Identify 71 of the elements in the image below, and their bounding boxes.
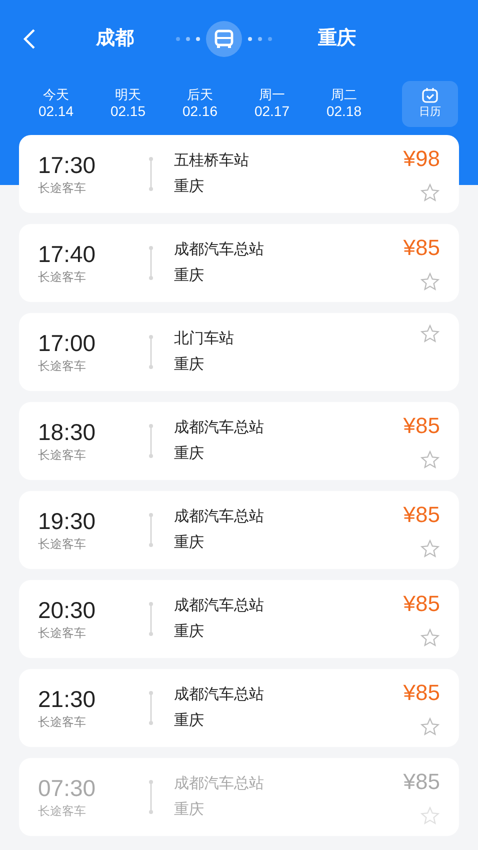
arrival-city: 重庆 [174, 266, 205, 286]
bus-type: 长途客车 [38, 625, 87, 642]
departure-station: 成都汽车总站 [174, 418, 264, 438]
route-line-icon [148, 334, 154, 370]
trip-card[interactable]: 17:30 长途客车 五桂桥车站 重庆 ¥98 [19, 135, 459, 213]
departure-station: 成都汽车总站 [174, 685, 264, 705]
departure-time: 17:30 [38, 151, 97, 179]
departure-time: 18:30 [38, 418, 97, 446]
route-line-icon [148, 690, 154, 726]
star-icon[interactable] [420, 183, 440, 202]
price: ¥85 [403, 235, 440, 261]
star-icon[interactable] [420, 324, 440, 343]
star-icon[interactable] [420, 539, 440, 558]
price: ¥85 [403, 680, 440, 706]
price: ¥98 [403, 146, 440, 172]
route-line-icon [148, 423, 154, 459]
trip-card[interactable]: 17:00 长途客车 北门车站 重庆 [19, 313, 459, 391]
departure-station: 五桂桥车站 [174, 151, 249, 171]
bus-type: 长途客车 [38, 536, 87, 553]
route-line-icon [148, 245, 154, 281]
price: ¥85 [403, 591, 440, 617]
star-icon[interactable] [420, 628, 440, 647]
route-line-icon [148, 512, 154, 548]
trip-card[interactable]: 18:30 长途客车 成都汽车总站 重庆 ¥85 [19, 402, 459, 480]
star-icon[interactable] [420, 272, 440, 291]
arrival-city: 重庆 [174, 176, 205, 196]
origin-city[interactable]: 成都 [96, 24, 156, 54]
departure-time: 21:30 [38, 685, 97, 713]
departure-station: 北门车站 [174, 329, 234, 349]
trip-card[interactable]: 20:30 长途客车 成都汽车总站 重庆 ¥85 [19, 580, 459, 658]
departure-time: 17:40 [38, 240, 97, 268]
departure-station: 成都汽车总站 [174, 507, 264, 527]
arrival-city: 重庆 [174, 710, 205, 730]
bus-type: 长途客车 [38, 714, 87, 731]
star-icon[interactable] [420, 717, 440, 736]
route-line-icon [148, 779, 154, 815]
price: ¥85 [403, 502, 440, 528]
price: ¥85 [403, 769, 440, 795]
bus-type: 长途客车 [38, 803, 87, 820]
bus-icon [206, 21, 242, 57]
departure-time: 20:30 [38, 596, 97, 624]
departure-station: 成都汽车总站 [174, 240, 264, 260]
calendar-button[interactable]: 日历 [402, 81, 458, 127]
trip-card[interactable]: 17:40 长途客车 成都汽车总站 重庆 ¥85 [19, 224, 459, 302]
bus-type: 长途客车 [38, 358, 87, 375]
arrival-city: 重庆 [174, 444, 205, 464]
bus-type: 长途客车 [38, 269, 87, 286]
arrival-city: 重庆 [174, 622, 205, 642]
arrival-city: 重庆 [174, 354, 205, 374]
price: ¥85 [403, 413, 440, 439]
star-icon[interactable] [420, 450, 440, 469]
bus-type: 长途客车 [38, 447, 87, 464]
date-tab[interactable]: 后天 02.16 [164, 87, 236, 121]
destination-city[interactable]: 重庆 [318, 24, 356, 54]
departure-time: 19:30 [38, 507, 97, 535]
date-tab[interactable]: 周二 02.18 [308, 87, 380, 121]
arrival-city: 重庆 [174, 800, 205, 820]
date-tab[interactable]: 今天 02.14 [20, 87, 92, 121]
bus-type: 长途客车 [38, 180, 87, 197]
departure-time: 17:00 [38, 329, 97, 357]
departure-time: 07:30 [38, 774, 97, 802]
route-line-icon [148, 601, 154, 637]
date-tab[interactable]: 周一 02.17 [236, 87, 308, 121]
departure-station: 成都汽车总站 [174, 596, 264, 616]
trip-card[interactable]: 21:30 长途客车 成都汽车总站 重庆 ¥85 [19, 669, 459, 747]
trip-card[interactable]: 19:30 长途客车 成都汽车总站 重庆 ¥85 [19, 491, 459, 569]
arrival-city: 重庆 [174, 532, 205, 552]
date-tab[interactable]: 明天 02.15 [92, 87, 164, 121]
route-line-icon [148, 156, 154, 192]
calendar-icon [421, 87, 439, 104]
departure-station: 成都汽车总站 [174, 774, 264, 794]
